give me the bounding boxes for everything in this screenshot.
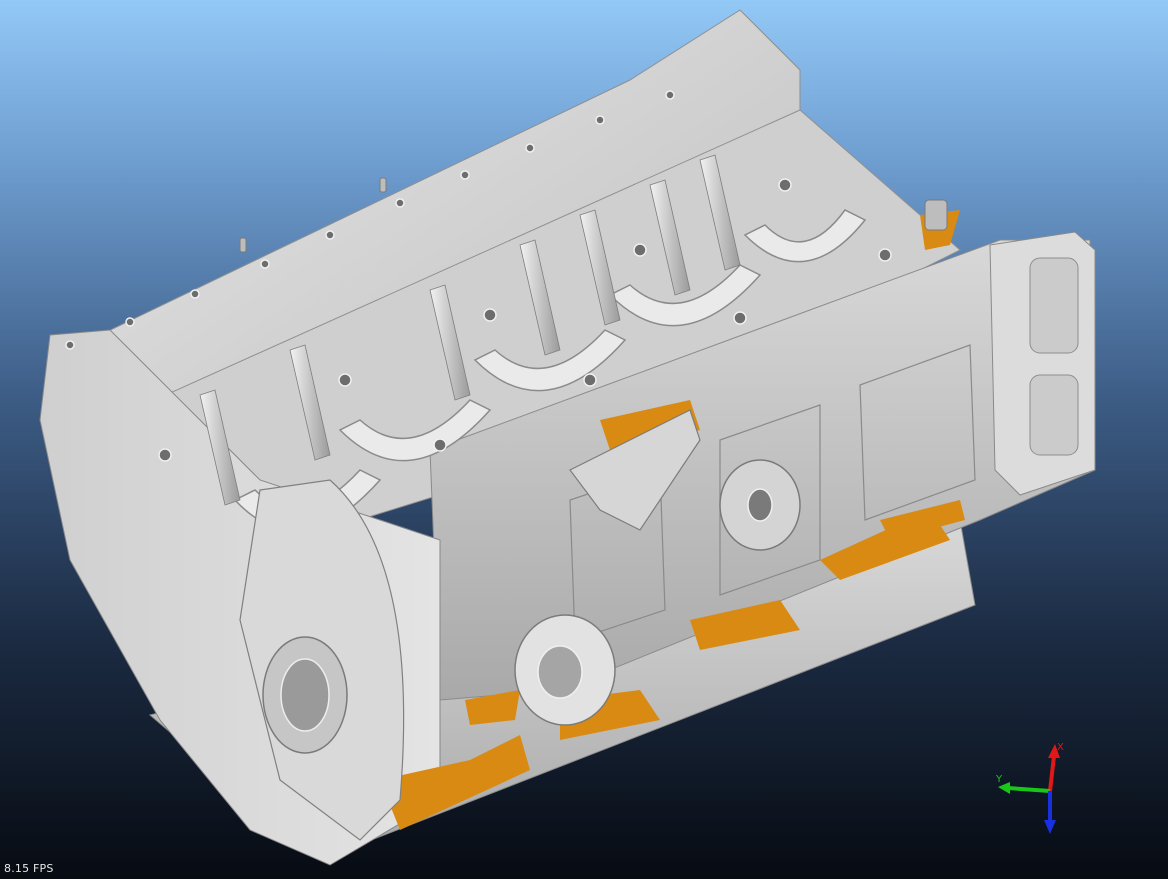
3d-viewport[interactable]: 8.15 FPS X Y	[0, 0, 1168, 879]
y-axis-line	[1007, 786, 1051, 793]
oil-filter-flange	[514, 614, 616, 726]
side-cover-plate	[719, 459, 801, 551]
z-axis-arrow	[1044, 820, 1056, 834]
y-axis-label: Y	[995, 774, 1003, 785]
x-axis-label: X	[1057, 742, 1064, 753]
axis-triad: X Y	[995, 742, 1064, 834]
x-axis-line	[1048, 755, 1056, 792]
fps-counter: 8.15 FPS	[4, 862, 54, 875]
